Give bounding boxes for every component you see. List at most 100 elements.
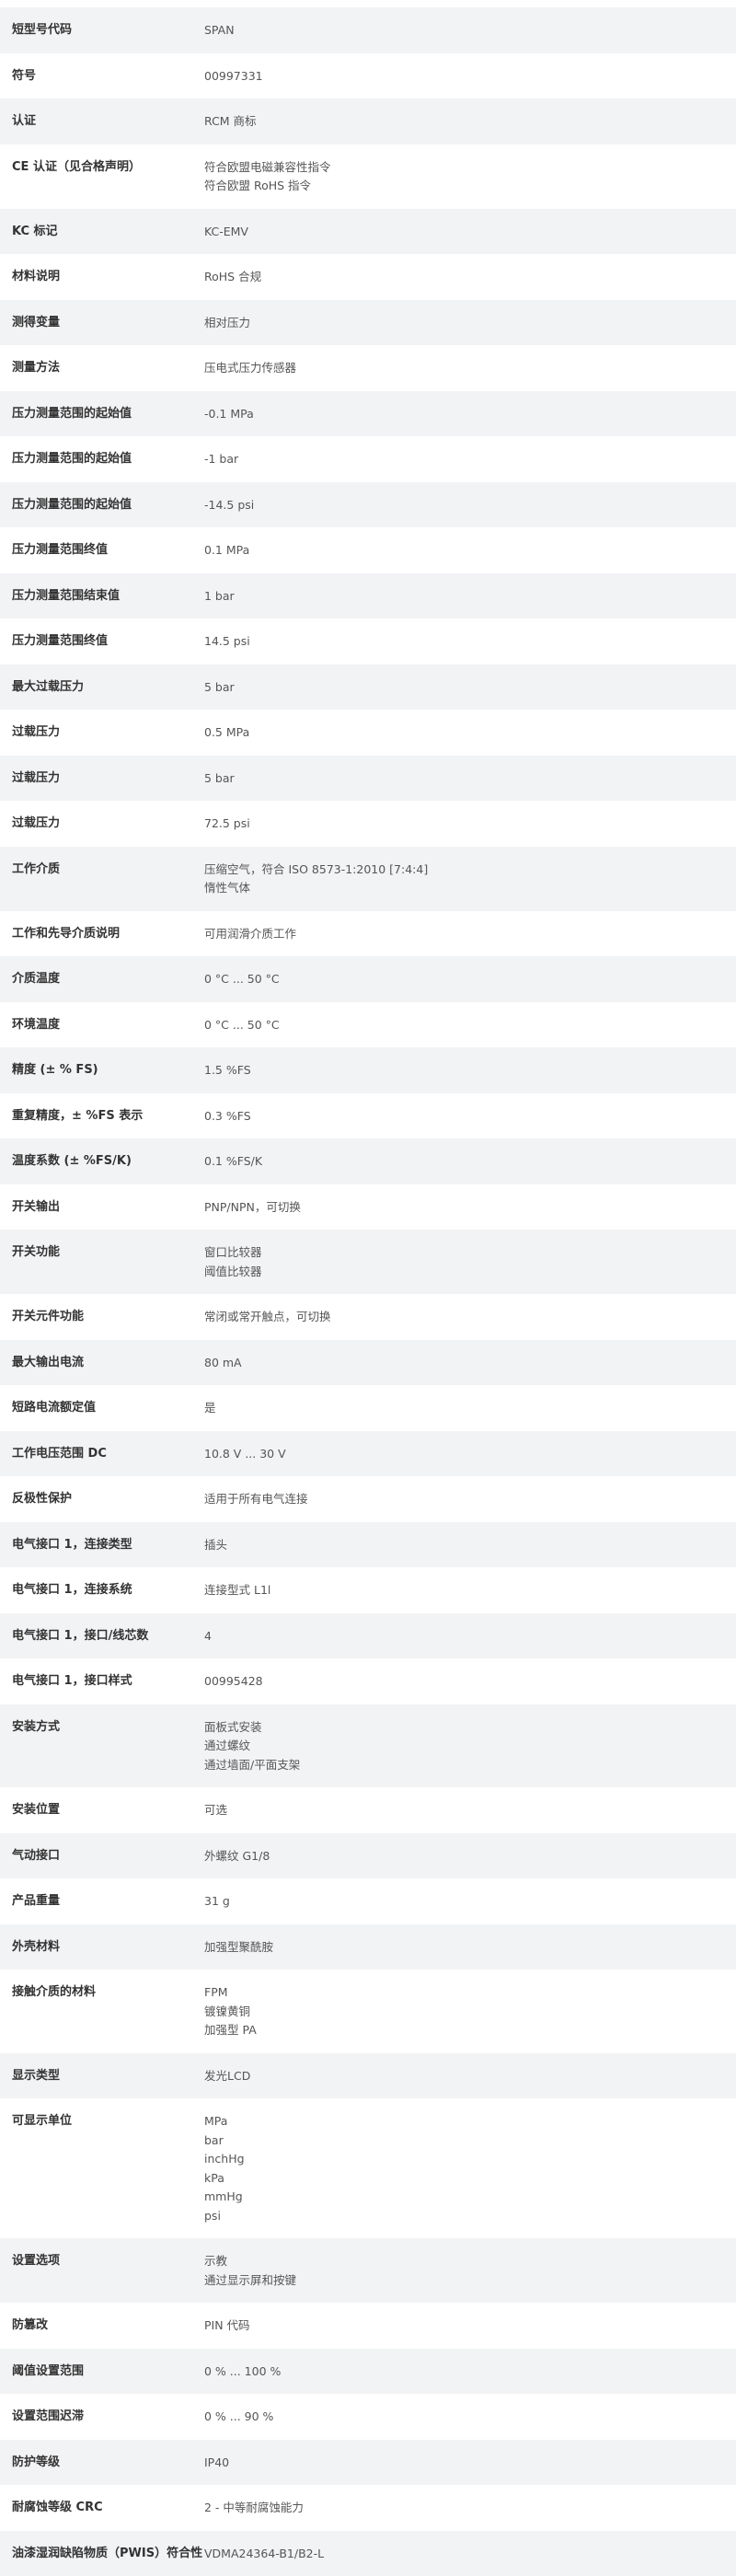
spec-label: 反极性保护 bbox=[0, 1490, 204, 1508]
spec-row: 压力测量范围的起始值-1 bar bbox=[0, 436, 736, 482]
spec-value: IP40 bbox=[204, 2454, 736, 2473]
spec-values: 加强型聚酰胺 bbox=[204, 1938, 736, 1958]
spec-label: 过载压力 bbox=[0, 769, 204, 788]
spec-value: -1 bar bbox=[204, 450, 736, 469]
spec-value: 00997331 bbox=[204, 67, 736, 87]
spec-row: 精度 (± % FS)1.5 %FS bbox=[0, 1047, 736, 1093]
spec-label: 工作介质 bbox=[0, 861, 204, 879]
spec-values: 发光LCD bbox=[204, 2067, 736, 2086]
spec-value: -0.1 MPa bbox=[204, 405, 736, 424]
spec-label: 环境温度 bbox=[0, 1016, 204, 1034]
spec-value: 面板式安装 bbox=[204, 1718, 736, 1738]
spec-label: 外壳材料 bbox=[0, 1938, 204, 1957]
spec-values: -0.1 MPa bbox=[204, 405, 736, 424]
spec-row: 产品重量31 g bbox=[0, 1878, 736, 1924]
spec-row: 设置选项示教通过显示屏和按键 bbox=[0, 2238, 736, 2303]
spec-row: 外壳材料加强型聚酰胺 bbox=[0, 1924, 736, 1970]
spec-label: 测得变量 bbox=[0, 314, 204, 332]
spec-row: 工作电压范围 DC10.8 V ... 30 V bbox=[0, 1431, 736, 1477]
spec-value: PNP/NPN，可切换 bbox=[204, 1198, 736, 1218]
spec-label: 阈值设置范围 bbox=[0, 2362, 204, 2381]
spec-label: 耐腐蚀等级 CRC bbox=[0, 2499, 204, 2517]
spec-label: 防护等级 bbox=[0, 2454, 204, 2472]
spec-row: 压力测量范围终值14.5 psi bbox=[0, 618, 736, 664]
spec-values: -14.5 psi bbox=[204, 496, 736, 515]
spec-row: 过载压力72.5 psi bbox=[0, 801, 736, 847]
spec-label: 温度系数 (± %FS/K) bbox=[0, 1152, 204, 1171]
spec-values: 1 bar bbox=[204, 587, 736, 606]
spec-row: 压力测量范围的起始值-14.5 psi bbox=[0, 482, 736, 528]
spec-values: 00995428 bbox=[204, 1672, 736, 1692]
spec-value: 1 bar bbox=[204, 587, 736, 606]
spec-row: 环境温度0 °C ... 50 °C bbox=[0, 1002, 736, 1048]
spec-value: 1.5 %FS bbox=[204, 1061, 736, 1080]
spec-values: 0 % ... 90 % bbox=[204, 2408, 736, 2427]
spec-values: 00997331 bbox=[204, 67, 736, 87]
spec-value: kPa bbox=[204, 2169, 736, 2189]
spec-label: 重复精度，± %FS 表示 bbox=[0, 1107, 204, 1126]
spec-value: 常闭或常开触点，可切换 bbox=[204, 1308, 736, 1327]
spec-values: 72.5 psi bbox=[204, 814, 736, 834]
spec-value: KC-EMV bbox=[204, 223, 736, 242]
spec-values: VDMA24364-B1/B2-L bbox=[204, 2545, 736, 2564]
spec-values: 31 g bbox=[204, 1892, 736, 1912]
spec-values: 压电式压力传感器 bbox=[204, 359, 736, 378]
spec-value: 4 bbox=[204, 1627, 736, 1646]
spec-label: 压力测量范围终值 bbox=[0, 541, 204, 560]
spec-label: 安装位置 bbox=[0, 1801, 204, 1819]
spec-row: 材料说明RoHS 合规 bbox=[0, 254, 736, 300]
spec-row: 符号00997331 bbox=[0, 53, 736, 99]
spec-values: 0.1 MPa bbox=[204, 541, 736, 560]
spec-row: 电气接口 1，接口/线芯数4 bbox=[0, 1613, 736, 1659]
spec-values: 可选 bbox=[204, 1801, 736, 1820]
spec-row: 防篡改PIN 代码 bbox=[0, 2303, 736, 2349]
spec-values: 压缩空气，符合 ISO 8573-1:2010 [7:4:4]惰性气体 bbox=[204, 861, 736, 898]
spec-values: 面板式安装通过螺纹通过墙面/平面支架 bbox=[204, 1718, 736, 1775]
spec-label: 压力测量范围结束值 bbox=[0, 587, 204, 606]
spec-values: SPAN bbox=[204, 21, 736, 40]
spec-value: 符合欧盟 RoHS 指令 bbox=[204, 177, 736, 196]
spec-row: 电气接口 1，连接系统连接型式 L1l bbox=[0, 1567, 736, 1613]
spec-label: 最大过载压力 bbox=[0, 678, 204, 697]
spec-value: inchHg bbox=[204, 2150, 736, 2169]
spec-row: 最大输出电流80 mA bbox=[0, 1340, 736, 1386]
spec-row: 耐腐蚀等级 CRC2 - 中等耐腐蚀能力 bbox=[0, 2485, 736, 2531]
spec-label: 设置选项 bbox=[0, 2252, 204, 2270]
spec-table: 短型号代码SPAN符号00997331认证RCM 商标CE 认证（见合格声明）符… bbox=[0, 0, 736, 2576]
spec-value: 5 bar bbox=[204, 678, 736, 698]
spec-label: 压力测量范围的起始值 bbox=[0, 450, 204, 468]
spec-value: RoHS 合规 bbox=[204, 268, 736, 287]
spec-row: 反极性保护适用于所有电气连接 bbox=[0, 1476, 736, 1522]
spec-row: 接触介质的材料FPM镀镍黄铜加强型 PA bbox=[0, 1970, 736, 2053]
spec-label: 最大输出电流 bbox=[0, 1354, 204, 1372]
spec-value: 0.5 MPa bbox=[204, 723, 736, 743]
spec-row: 开关输出PNP/NPN，可切换 bbox=[0, 1184, 736, 1230]
spec-values: RCM 商标 bbox=[204, 112, 736, 132]
spec-label: 过载压力 bbox=[0, 814, 204, 833]
spec-value: 通过墙面/平面支架 bbox=[204, 1756, 736, 1775]
spec-values: 0 °C ... 50 °C bbox=[204, 970, 736, 989]
spec-values: MPabarinchHgkPammHgpsi bbox=[204, 2112, 736, 2225]
spec-value: VDMA24364-B1/B2-L bbox=[204, 2545, 736, 2564]
spec-values: 0.5 MPa bbox=[204, 723, 736, 743]
spec-value: FPM bbox=[204, 1983, 736, 2003]
spec-row: 安装位置可选 bbox=[0, 1787, 736, 1833]
spec-value: 00995428 bbox=[204, 1672, 736, 1692]
spec-label: 油漆湿润缺陷物质（PWIS）符合性 bbox=[0, 2545, 204, 2563]
spec-label: 开关元件功能 bbox=[0, 1308, 204, 1326]
spec-value: 加强型 PA bbox=[204, 2021, 736, 2040]
spec-label: 工作电压范围 DC bbox=[0, 1445, 204, 1463]
spec-row: 电气接口 1，接口样式00995428 bbox=[0, 1658, 736, 1704]
spec-value: 5 bar bbox=[204, 769, 736, 789]
spec-row: 最大过载压力5 bar bbox=[0, 664, 736, 710]
spec-value: 14.5 psi bbox=[204, 632, 736, 652]
spec-values: 5 bar bbox=[204, 769, 736, 789]
spec-values: KC-EMV bbox=[204, 223, 736, 242]
spec-value: 通过显示屏和按键 bbox=[204, 2271, 736, 2291]
spec-value: 0.3 %FS bbox=[204, 1107, 736, 1126]
spec-label: 可显示单位 bbox=[0, 2112, 204, 2131]
spec-values: PIN 代码 bbox=[204, 2316, 736, 2336]
spec-label: 短型号代码 bbox=[0, 21, 204, 40]
spec-row: 过载压力0.5 MPa bbox=[0, 710, 736, 756]
spec-label: 防篡改 bbox=[0, 2316, 204, 2335]
